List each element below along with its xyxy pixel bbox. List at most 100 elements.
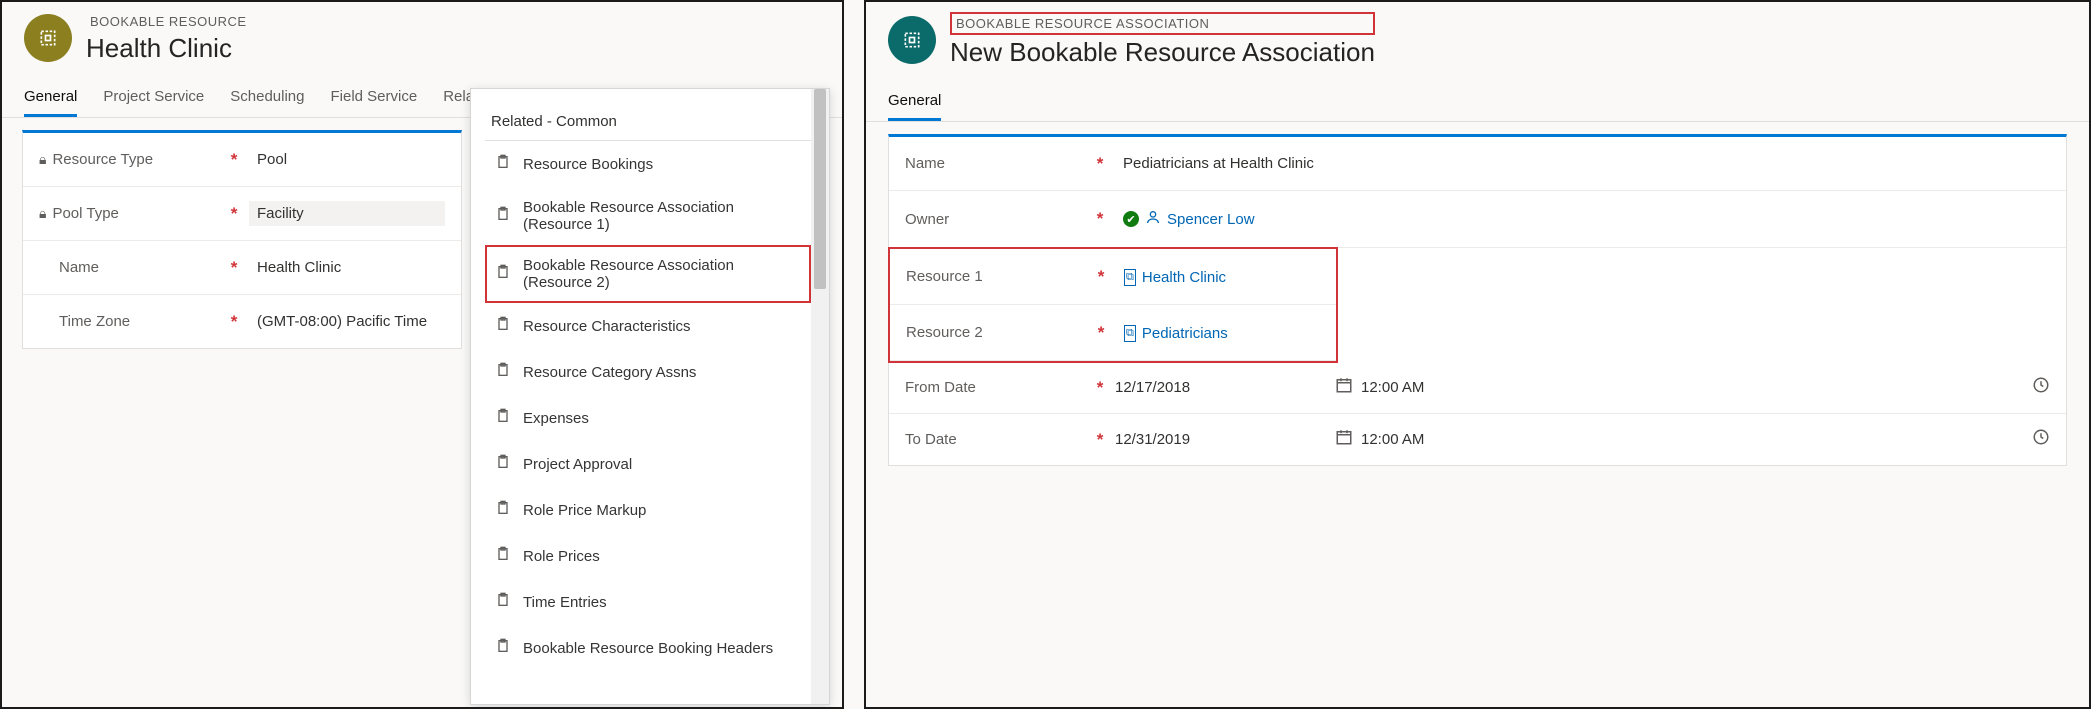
page-title: New Bookable Resource Association — [950, 37, 1375, 68]
related-item[interactable]: Bookable Resource Booking Headers — [485, 625, 811, 671]
scrollbar[interactable] — [811, 89, 829, 704]
field-value-resource-2[interactable]: ⧉ Pediatricians — [1116, 319, 1320, 346]
related-item[interactable]: Bookable Resource Association (Resource … — [485, 187, 811, 245]
related-flyout: Related - Common Resource BookingsBookab… — [470, 88, 830, 705]
related-item-label: Bookable Resource Association (Resource … — [523, 199, 801, 233]
field-resource-1: Resource 1 * ⧉ Health Clinic — [890, 249, 1336, 305]
field-from-date: From Date * 12/17/2018 12:00 AM — [889, 362, 2066, 414]
required-mark: * — [1086, 267, 1116, 287]
from-time-value[interactable]: 12:00 AM — [1361, 379, 1424, 396]
clipboard-icon — [495, 315, 511, 337]
related-item-label: Resource Category Assns — [523, 364, 696, 381]
field-label: From Date — [905, 379, 976, 396]
related-item-label: Resource Bookings — [523, 156, 653, 173]
field-value-time-zone[interactable]: (GMT-08:00) Pacific Time — [249, 309, 445, 334]
clipboard-icon — [495, 407, 511, 429]
field-label: Name — [59, 259, 99, 276]
clipboard-icon — [495, 361, 511, 383]
entity-type-label: BOOKABLE RESOURCE ASSOCIATION — [950, 12, 1375, 35]
required-mark: * — [1086, 323, 1116, 343]
tab-scheduling[interactable]: Scheduling — [230, 78, 304, 117]
clock-icon[interactable] — [2032, 376, 2050, 399]
person-icon — [1145, 209, 1161, 229]
right-panel: BOOKABLE RESOURCE ASSOCIATION New Bookab… — [864, 0, 2091, 709]
tab-general[interactable]: General — [888, 82, 941, 121]
entity-icon — [888, 16, 936, 64]
field-label: Pool Type — [52, 205, 118, 222]
field-resource-type: 🔒︎Resource Type * Pool — [23, 133, 461, 187]
related-item[interactable]: Resource Category Assns — [485, 349, 811, 395]
clipboard-icon — [495, 545, 511, 567]
related-item[interactable]: Expenses — [485, 395, 811, 441]
required-mark: * — [1085, 154, 1115, 174]
related-item-label: Resource Characteristics — [523, 318, 691, 335]
field-label: Resource 1 — [906, 268, 983, 285]
related-item[interactable]: Project Approval — [485, 441, 811, 487]
general-card: 🔒︎Resource Type * Pool 🔒︎ Pool Type * Fac… — [22, 130, 462, 349]
clipboard-icon — [495, 591, 511, 613]
field-label: Time Zone — [59, 313, 130, 330]
field-value-owner[interactable]: Spencer Low — [1115, 205, 2050, 233]
field-label: To Date — [905, 431, 957, 448]
related-item[interactable]: Resource Bookings — [485, 141, 811, 187]
field-value-name[interactable]: Pediatricians at Health Clinic — [1115, 151, 2050, 176]
clipboard-icon — [495, 205, 511, 227]
clipboard-icon — [495, 453, 511, 475]
required-mark: * — [219, 204, 249, 224]
general-card: Name * Pediatricians at Health Clinic Ow… — [888, 134, 2067, 466]
related-item[interactable]: Role Prices — [485, 533, 811, 579]
related-item-label: Time Entries — [523, 594, 607, 611]
left-panel: BOOKABLE RESOURCE Health Clinic General … — [0, 0, 844, 709]
field-value-pool-type[interactable]: Facility — [249, 201, 445, 226]
related-item-label: Bookable Resource Booking Headers — [523, 640, 773, 657]
resource-1-link[interactable]: Health Clinic — [1142, 269, 1226, 286]
related-item-label: Bookable Resource Association (Resource … — [523, 257, 801, 291]
required-mark: * — [1085, 209, 1115, 229]
lock-icon: 🔒︎ — [39, 151, 46, 168]
tab-general[interactable]: General — [24, 78, 77, 117]
field-value-resource-type[interactable]: Pool — [249, 147, 445, 172]
form-header: BOOKABLE RESOURCE Health Clinic — [2, 2, 842, 70]
required-mark: * — [219, 150, 249, 170]
related-item[interactable]: Role Price Markup — [485, 487, 811, 533]
clock-icon[interactable] — [2032, 428, 2050, 451]
field-resource-2: Resource 2 * ⧉ Pediatricians — [890, 305, 1336, 361]
resource-fields-highlight: Resource 1 * ⧉ Health Clinic Resource 2 … — [888, 247, 1338, 363]
field-value-name[interactable]: Health Clinic — [249, 255, 445, 280]
related-item-label: Role Price Markup — [523, 502, 646, 519]
related-item[interactable]: Bookable Resource Association (Resource … — [485, 245, 811, 303]
related-item[interactable]: Time Entries — [485, 579, 811, 625]
to-time-value[interactable]: 12:00 AM — [1361, 431, 1424, 448]
resource-2-link[interactable]: Pediatricians — [1142, 325, 1228, 342]
entity-type-label: BOOKABLE RESOURCE — [86, 12, 251, 31]
owner-link[interactable]: Spencer Low — [1167, 211, 1255, 228]
field-value-resource-1[interactable]: ⧉ Health Clinic — [1116, 263, 1320, 290]
calendar-icon[interactable] — [1335, 376, 1353, 399]
required-mark: * — [219, 258, 249, 278]
field-to-date: To Date * 12/31/2019 12:00 AM — [889, 414, 2066, 465]
tab-project-service[interactable]: Project Service — [103, 78, 204, 117]
page-title: Health Clinic — [86, 33, 251, 64]
to-date-value[interactable]: 12/31/2019 — [1115, 431, 1190, 448]
required-mark: * — [219, 312, 249, 332]
resource-icon: ⧉ — [1124, 269, 1136, 286]
from-date-value[interactable]: 12/17/2018 — [1115, 379, 1190, 396]
required-mark: * — [1085, 378, 1115, 398]
required-mark: * — [1085, 430, 1115, 450]
lock-icon: 🔒︎ — [39, 205, 46, 222]
field-owner: Owner * Spencer Low — [889, 191, 2066, 248]
calendar-icon[interactable] — [1335, 428, 1353, 451]
tab-field-service[interactable]: Field Service — [330, 78, 417, 117]
form-header: BOOKABLE RESOURCE ASSOCIATION New Bookab… — [866, 2, 2089, 74]
clipboard-icon — [495, 637, 511, 659]
field-time-zone: Time Zone * (GMT-08:00) Pacific Time — [23, 295, 461, 348]
related-item[interactable]: Resource Characteristics — [485, 303, 811, 349]
scrollbar-thumb[interactable] — [814, 89, 826, 289]
field-name: Name * Pediatricians at Health Clinic — [889, 137, 2066, 191]
related-item-label: Expenses — [523, 410, 589, 427]
related-item-label: Role Prices — [523, 548, 600, 565]
field-pool-type: 🔒︎ Pool Type * Facility — [23, 187, 461, 241]
field-label: Resource 2 — [906, 324, 983, 341]
field-label: Owner — [905, 211, 949, 228]
clipboard-icon — [495, 263, 511, 285]
